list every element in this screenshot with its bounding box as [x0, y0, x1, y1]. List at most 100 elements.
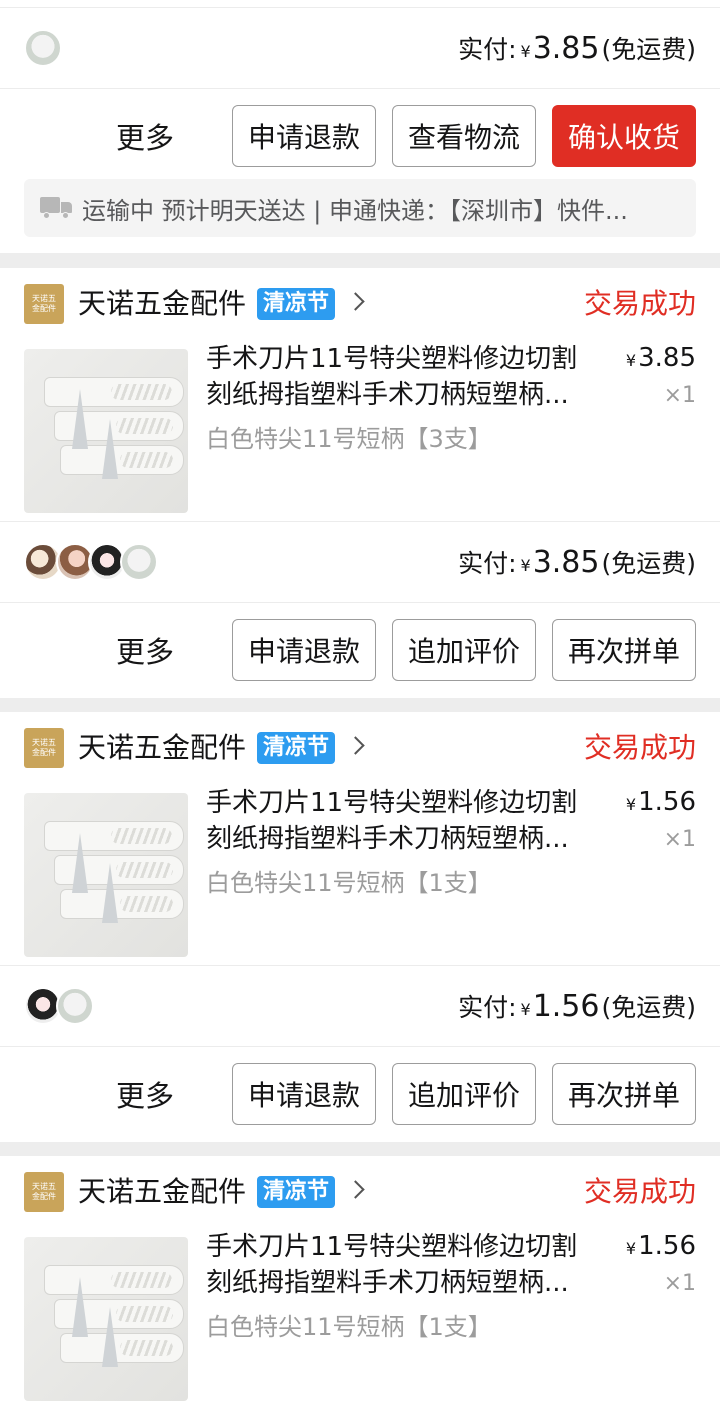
store-header[interactable]: 天诺五金配件 天诺五金配件 清凉节 交易成功 [0, 268, 720, 340]
order-status: 交易成功 [583, 1175, 696, 1208]
currency-symbol: ¥ [520, 41, 531, 61]
product-item[interactable]: 手术刀片11号特尖塑料修边切割 刻纸拇指塑料手术刀柄短塑柄... 白色特尖11号… [0, 341, 720, 521]
chevron-right-icon[interactable] [346, 1180, 365, 1199]
currency-symbol: ¥ [625, 1239, 637, 1258]
divider [0, 88, 720, 89]
add-review-button[interactable]: 追加评价 [392, 1063, 536, 1125]
store-logo: 天诺五金配件 [24, 284, 64, 324]
product-item[interactable]: 手术刀片11号特尖塑料修边切割 刻纸拇指塑料手术刀柄短塑柄... 白色特尖11号… [0, 785, 720, 965]
product-spec: 白色特尖11号短柄【3支】 [206, 425, 492, 453]
product-title-line: 手术刀片11号特尖塑料修边切割 [206, 1232, 578, 1262]
payment-row: 实付: ¥ 1.56 (免运费) [0, 966, 720, 1046]
store-logo-text: 天诺五金配件 [32, 1182, 56, 1201]
store-header[interactable]: 天诺五金配件 天诺五金配件 清凉节 交易成功 [0, 1156, 720, 1228]
store-logo: 天诺五金配件 [24, 1172, 64, 1212]
pay-label: 实付: [458, 35, 517, 64]
product-quantity: ×1 [663, 827, 696, 852]
request-refund-button[interactable]: 申请退款 [232, 619, 376, 681]
payment-summary: 实付: ¥ 1.56 (免运费) [458, 966, 696, 1046]
shipping-note: (免运费) [601, 35, 696, 64]
group-avatars[interactable] [24, 987, 94, 1025]
chevron-right-icon[interactable] [346, 736, 365, 755]
chevron-right-icon[interactable] [346, 292, 365, 311]
product-spec: 白色特尖11号短柄【1支】 [206, 869, 492, 897]
request-refund-button[interactable]: 申请退款 [232, 1063, 376, 1125]
confirm-receipt-button[interactable]: 确认收货 [552, 105, 696, 167]
product-price: ¥3.85 [626, 343, 696, 373]
pay-label: 实付: [458, 993, 517, 1022]
pay-amount: 3.85 [532, 544, 600, 580]
divider [0, 1046, 720, 1047]
order-card: 天诺五金配件 天诺五金配件 清凉节 交易成功 手术刀片11号特尖塑料修边切割 刻… [0, 268, 720, 698]
store-name[interactable]: 天诺五金配件 [78, 268, 246, 340]
currency-symbol: ¥ [520, 555, 531, 575]
add-review-button[interactable]: 追加评价 [392, 619, 536, 681]
product-spec: 白色特尖11号短柄【1支】 [206, 1313, 492, 1341]
order-card-in-transit: 实付: ¥ 3.85 (免运费) 更多 申请退款 查看物流 确认收货 运输中 预… [0, 0, 720, 253]
more-button[interactable]: 更多 [116, 1073, 174, 1115]
price-value: 1.56 [638, 1231, 696, 1261]
avatar[interactable] [24, 29, 62, 67]
product-title-line: 刻纸拇指塑料手术刀柄短塑柄... [206, 824, 569, 854]
shipping-note: (免运费) [601, 549, 696, 578]
payment-summary: 实付: ¥ 3.85 (免运费) [458, 8, 696, 88]
order-status: 交易成功 [583, 287, 696, 320]
price-value: 3.85 [638, 343, 696, 373]
store-logo: 天诺五金配件 [24, 728, 64, 768]
currency-symbol: ¥ [520, 999, 531, 1019]
logistics-info-bar[interactable]: 运输中 预计明天送达 | 申通快递：【深圳市】快件... [24, 179, 696, 237]
pay-amount: 3.85 [532, 30, 600, 66]
truck-icon [40, 197, 72, 219]
product-image[interactable] [24, 1237, 188, 1401]
payment-summary: 实付: ¥ 3.85 (免运费) [458, 522, 696, 602]
order-status: 交易成功 [583, 731, 696, 764]
more-button[interactable]: 更多 [116, 115, 174, 157]
product-title[interactable]: 手术刀片11号特尖塑料修边切割 刻纸拇指塑料手术刀柄短塑柄... [206, 1229, 606, 1301]
product-image[interactable] [24, 793, 188, 957]
order-card: 天诺五金配件 天诺五金配件 清凉节 交易成功 手术刀片11号特尖塑料修边切割 刻… [0, 712, 720, 1142]
product-item[interactable]: 手术刀片11号特尖塑料修边切割 刻纸拇指塑料手术刀柄短塑柄... 白色特尖11号… [0, 1229, 720, 1409]
product-title-line: 刻纸拇指塑料手术刀柄短塑柄... [206, 1268, 569, 1298]
promo-badge: 清凉节 [257, 288, 336, 320]
shipping-note: (免运费) [601, 993, 696, 1022]
order-list-page: 实付: ¥ 3.85 (免运费) 更多 申请退款 查看物流 确认收货 运输中 预… [0, 0, 720, 1427]
product-price: ¥1.56 [626, 787, 696, 817]
logistics-text: 运输中 预计明天送达 | 申通快递：【深圳市】快件... [82, 196, 628, 225]
avatar[interactable] [56, 987, 94, 1025]
product-title-line: 手术刀片11号特尖塑料修边切割 [206, 788, 578, 818]
product-title-line: 刻纸拇指塑料手术刀柄短塑柄... [206, 380, 569, 410]
reorder-button[interactable]: 再次拼单 [552, 619, 696, 681]
pay-amount: 1.56 [532, 988, 600, 1024]
product-title[interactable]: 手术刀片11号特尖塑料修边切割 刻纸拇指塑料手术刀柄短塑柄... [206, 785, 606, 857]
order-actions: 更多 申请退款 追加评价 再次拼单 [116, 619, 696, 681]
order-actions: 更多 申请退款 追加评价 再次拼单 [116, 1063, 696, 1125]
product-price: ¥1.56 [626, 1231, 696, 1261]
group-avatars[interactable] [24, 543, 158, 581]
price-value: 1.56 [638, 787, 696, 817]
store-header[interactable]: 天诺五金配件 天诺五金配件 清凉节 交易成功 [0, 712, 720, 784]
payment-row: 实付: ¥ 3.85 (免运费) [0, 8, 720, 88]
payment-row: 实付: ¥ 3.85 (免运费) [0, 522, 720, 602]
view-logistics-button[interactable]: 查看物流 [392, 105, 536, 167]
product-image[interactable] [24, 349, 188, 513]
promo-badge: 清凉节 [257, 732, 336, 764]
store-name[interactable]: 天诺五金配件 [78, 712, 246, 784]
reorder-button[interactable]: 再次拼单 [552, 1063, 696, 1125]
product-quantity: ×1 [663, 1271, 696, 1296]
product-title[interactable]: 手术刀片11号特尖塑料修边切割 刻纸拇指塑料手术刀柄短塑柄... [206, 341, 606, 413]
product-title-line: 手术刀片11号特尖塑料修边切割 [206, 344, 578, 374]
store-name[interactable]: 天诺五金配件 [78, 1156, 246, 1228]
product-quantity: ×1 [663, 383, 696, 408]
more-button[interactable]: 更多 [116, 629, 174, 671]
order-card: 天诺五金配件 天诺五金配件 清凉节 交易成功 手术刀片11号特尖塑料修边切割 刻… [0, 1156, 720, 1427]
group-avatars[interactable] [24, 29, 62, 67]
order-actions: 更多 申请退款 查看物流 确认收货 [116, 105, 696, 167]
pay-label: 实付: [458, 549, 517, 578]
currency-symbol: ¥ [625, 795, 637, 814]
promo-badge: 清凉节 [257, 1176, 336, 1208]
avatar[interactable] [120, 543, 158, 581]
store-logo-text: 天诺五金配件 [32, 294, 56, 313]
divider [0, 602, 720, 603]
currency-symbol: ¥ [625, 351, 637, 370]
request-refund-button[interactable]: 申请退款 [232, 105, 376, 167]
